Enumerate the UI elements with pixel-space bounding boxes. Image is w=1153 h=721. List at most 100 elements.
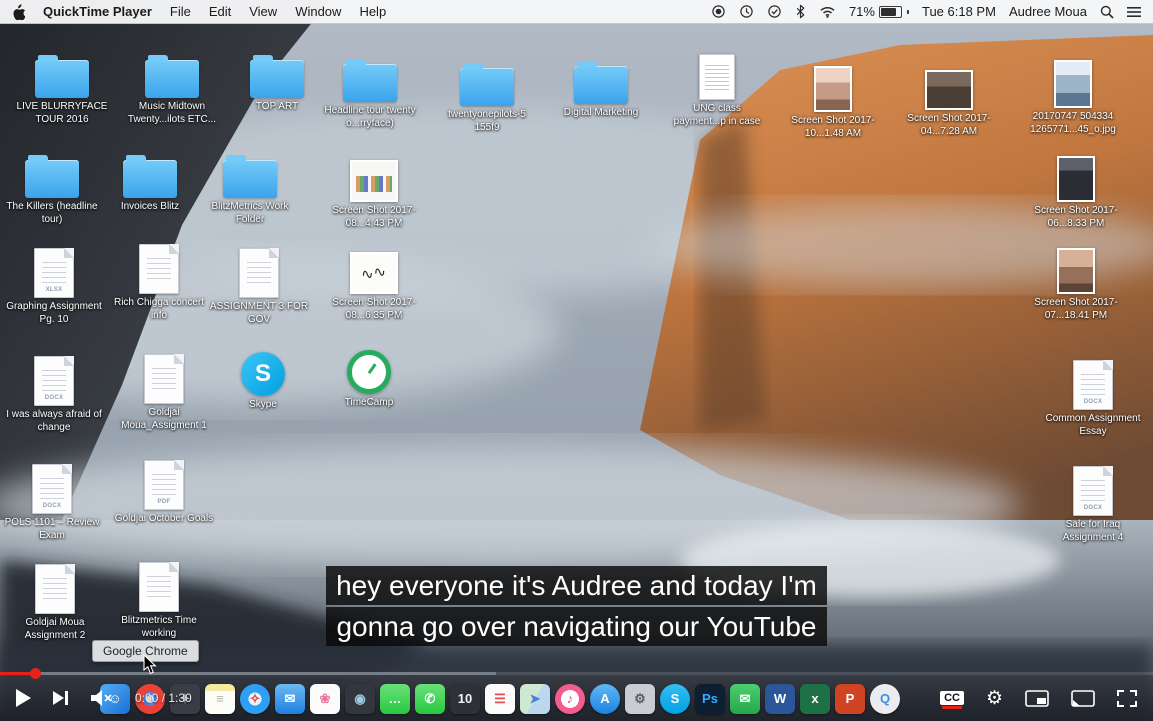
active-app-name[interactable]: QuickTime Player bbox=[43, 4, 152, 19]
mouse-cursor bbox=[143, 654, 157, 680]
folder-icon bbox=[574, 66, 628, 104]
desktop-icon-timecamp[interactable]: TimeCamp bbox=[319, 350, 419, 410]
desktop-icon-pols-1101-review-exam[interactable]: DOCXPOLS 1101 – Review Exam bbox=[2, 464, 102, 542]
image-thumbnail bbox=[1057, 248, 1095, 294]
desktop-icon-music-midtown-twenty-ilots-etc[interactable]: Music Midtown Twenty...ilots ETC... bbox=[122, 60, 222, 126]
dock-icon-reminders[interactable]: ☰ bbox=[485, 684, 515, 714]
desktop-icon-invoices-blitz[interactable]: Invoices Blitz bbox=[100, 160, 200, 214]
dock-icon-mail[interactable]: ✉ bbox=[275, 684, 305, 714]
folder-icon bbox=[25, 160, 79, 198]
desktop-icon-label: TOP ART bbox=[256, 101, 298, 114]
desktop-icon-goldjai-moua-assignment-2[interactable]: Goldjai Moua Assignment 2 bbox=[5, 564, 105, 642]
dock-icon-quicktime[interactable]: Q bbox=[870, 684, 900, 714]
dock-icon-app-store[interactable]: A bbox=[590, 684, 620, 714]
document-icon bbox=[35, 564, 75, 614]
menu-item-help[interactable]: Help bbox=[359, 4, 386, 19]
miniplayer-button[interactable] bbox=[1025, 690, 1049, 707]
desktop-icon-label: Goldjai Moua Assignment 2 bbox=[5, 617, 105, 642]
mute-button[interactable] bbox=[91, 689, 113, 707]
dock-icon-notes[interactable]: ≡ bbox=[205, 684, 235, 714]
desktop-icon-sale-for-iraq-assignment-4[interactable]: DOCXSale for Iraq Assignment 4 bbox=[1043, 466, 1143, 544]
video-time-display: 0:00 / 1:30 bbox=[135, 691, 192, 705]
menu-item-window[interactable]: Window bbox=[295, 4, 341, 19]
next-button[interactable] bbox=[53, 690, 69, 706]
apple-menu[interactable] bbox=[12, 4, 25, 20]
desktop-icon-label: POLS 1101 – Review Exam bbox=[2, 517, 102, 542]
desktop-icon-screen-shot-2017-04-7-28-am[interactable]: Screen Shot 2017-04...7.28 AM bbox=[899, 70, 999, 138]
desktop-icon-blitzmetrics-work-folder[interactable]: BlitzMetrics Work Folder bbox=[200, 160, 300, 226]
desktop-icon-the-killers-headline-tour[interactable]: The Killers (headline tour) bbox=[2, 160, 102, 226]
cast-icon[interactable] bbox=[1071, 690, 1095, 707]
fullscreen-button[interactable] bbox=[1117, 690, 1137, 707]
file-extension-label: XLSX bbox=[35, 287, 73, 293]
menu-item-edit[interactable]: Edit bbox=[209, 4, 231, 19]
desktop-icon-assignment-3-for-gov[interactable]: ASSIGNMENT 3 FOR GOV bbox=[209, 248, 309, 326]
dock-icon-calendar[interactable]: 10 bbox=[450, 684, 480, 714]
timer-icon[interactable] bbox=[739, 4, 754, 19]
bluetooth-icon[interactable] bbox=[795, 4, 806, 19]
dock-icon-photo-booth[interactable]: ◉ bbox=[345, 684, 375, 714]
desktop-icon-i-was-always-afraid-of-change[interactable]: DOCXI was always afraid of change bbox=[4, 356, 104, 434]
desktop-icon-skype[interactable]: SSkype bbox=[213, 352, 313, 412]
desktop-icon-ung-class-payment-p-in-case[interactable]: UNG class payment...p in case bbox=[667, 54, 767, 128]
desktop-icon-rich-chigga-concert-info[interactable]: Rich Chigga concert info bbox=[109, 244, 209, 322]
dock-icon-powerpoint[interactable]: P bbox=[835, 684, 865, 714]
desktop-icon-screen-shot-2017-10-1-48-am[interactable]: Screen Shot 2017-10...1.48 AM bbox=[783, 66, 883, 140]
dock-icon-facetime[interactable]: ✆ bbox=[415, 684, 445, 714]
notification-center-icon[interactable] bbox=[1127, 6, 1141, 18]
desktop-icon-graphing-assignment-pg-10[interactable]: XLSXGraphing Assignment Pg. 10 bbox=[4, 248, 104, 326]
desktop-icon-blitzmetrics-time-working[interactable]: Blitzmetrics Time working bbox=[109, 562, 209, 640]
play-button[interactable] bbox=[16, 689, 31, 707]
progress-scrubber-knob[interactable] bbox=[30, 668, 41, 679]
dock-icon-messages[interactable]: … bbox=[380, 684, 410, 714]
menu-item-view[interactable]: View bbox=[249, 4, 277, 19]
dock-icon-itunes[interactable]: ♪ bbox=[555, 684, 585, 714]
desktop-icon-label: Common Assignment Essay bbox=[1043, 413, 1143, 438]
image-thumbnail bbox=[1054, 60, 1092, 108]
check-circle-icon[interactable] bbox=[767, 4, 782, 19]
dock-icon-system-preferences[interactable]: ⚙ bbox=[625, 684, 655, 714]
file-extension-label: DOCX bbox=[1074, 399, 1112, 405]
document-icon bbox=[139, 562, 179, 612]
desktop-icon-label: Skype bbox=[249, 399, 277, 412]
dock-icon-maps[interactable]: ➤ bbox=[520, 684, 550, 714]
desktop-icon-label: LIVE BLURRYFACE TOUR 2016 bbox=[12, 101, 112, 126]
record-icon[interactable] bbox=[711, 4, 726, 19]
desktop-icon-screen-shot-2017-08-4-43-pm[interactable]: Screen Shot 2017-08...4.43 PM bbox=[324, 160, 424, 230]
wifi-icon[interactable] bbox=[819, 5, 836, 18]
dock-icon-evernote[interactable]: ✉ bbox=[730, 684, 760, 714]
document-icon bbox=[139, 244, 179, 294]
desktop-icon-screen-shot-2017-06-8-33-pm[interactable]: Screen Shot 2017-06...8.33 PM bbox=[1026, 156, 1126, 230]
desktop-icon-twentyonepilots-5-155f9[interactable]: twentyonepilots-5 155f9 bbox=[437, 68, 537, 134]
settings-gear-icon[interactable]: ⚙ bbox=[986, 687, 1003, 710]
folder-icon bbox=[145, 60, 199, 98]
desktop-icon-common-assignment-essay[interactable]: DOCX Common Assignment Essay bbox=[1043, 360, 1143, 438]
captions-button[interactable]: CC bbox=[940, 691, 964, 705]
desktop-icon-live-blurryface-tour-2016[interactable]: LIVE BLURRYFACE TOUR 2016 bbox=[12, 60, 112, 126]
dock-icon-safari[interactable]: ✧ bbox=[240, 684, 270, 714]
spotlight-icon[interactable] bbox=[1100, 5, 1114, 19]
user-menu[interactable]: Audree Moua bbox=[1009, 4, 1087, 19]
document-icon: PDF bbox=[144, 460, 184, 510]
desktop-icon-headline-tour-twenty-o-rryface[interactable]: Headline tour twenty o...rryface) bbox=[320, 64, 420, 130]
menu-item-file[interactable]: File bbox=[170, 4, 191, 19]
folder-icon bbox=[460, 68, 514, 106]
desktop-icon-screen-shot-2017-08-6-35-pm[interactable]: Screen Shot 2017-08...6.35 PM bbox=[324, 252, 424, 322]
battery-indicator[interactable]: 71% bbox=[849, 4, 909, 19]
dock-icon-word[interactable]: W bbox=[765, 684, 795, 714]
desktop-icon-screen-shot-2017-07-18-41-pm[interactable]: Screen Shot 2017-07...18.41 PM bbox=[1026, 248, 1126, 322]
video-progress-bar[interactable] bbox=[0, 672, 1153, 675]
folder-icon bbox=[123, 160, 177, 198]
menu-clock[interactable]: Tue 6:18 PM bbox=[922, 4, 996, 19]
dock-icon-photos[interactable]: ❀ bbox=[310, 684, 340, 714]
desktop-icon-goldjai-moua-assigment-1[interactable]: Goldjai Moua_Assigment 1 bbox=[114, 354, 214, 432]
desktop-icon-digital-marketing[interactable]: Digital Marketing bbox=[551, 66, 651, 120]
image-thumbnail bbox=[1057, 156, 1095, 202]
dock-icon-skype[interactable]: S bbox=[660, 684, 690, 714]
desktop-icon-goldjai-october-goals[interactable]: PDFGoldjai October Goals bbox=[114, 460, 214, 526]
desktop-icon-20170747-504334-1265771-45-o-jpg[interactable]: 20170747 504334 1265771...45_o.jpg bbox=[1023, 60, 1123, 136]
dock-icon-photoshop[interactable]: Ps bbox=[695, 684, 725, 714]
desktop-icon-label: Digital Marketing bbox=[564, 107, 638, 120]
desktop-icon-top-art[interactable]: TOP ART bbox=[227, 60, 327, 114]
dock-icon-excel[interactable]: x bbox=[800, 684, 830, 714]
